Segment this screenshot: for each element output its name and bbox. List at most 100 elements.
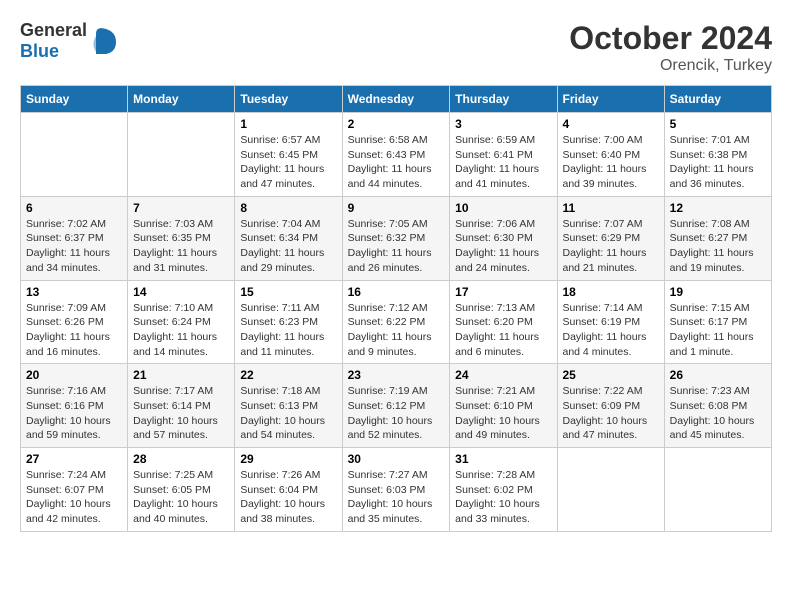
- day-number: 3: [455, 117, 551, 131]
- weekday-header-row: SundayMondayTuesdayWednesdayThursdayFrid…: [21, 86, 772, 113]
- day-info: Sunrise: 7:05 AMSunset: 6:32 PMDaylight:…: [348, 217, 445, 276]
- calendar-cell: 29 Sunrise: 7:26 AMSunset: 6:04 PMDayligh…: [235, 448, 342, 532]
- calendar-cell: 11Sunrise: 7:07 AMSunset: 6:29 PMDayligh…: [557, 196, 664, 280]
- day-info: Sunrise: 7:03 AMSunset: 6:35 PMDaylight:…: [133, 217, 229, 276]
- weekday-header-monday: Monday: [128, 86, 235, 113]
- day-info: Sunrise: 7:01 AMSunset: 6:38 PMDaylight:…: [670, 133, 766, 192]
- calendar-cell: 1 Sunrise: 6:57 AMSunset: 6:45 PMDaylight…: [235, 113, 342, 197]
- day-info: Sunrise: 7:14 AMSunset: 6:19 PMDaylight:…: [563, 301, 659, 360]
- day-info: Sunrise: 7:16 AMSunset: 6:16 PMDaylight:…: [26, 384, 122, 443]
- calendar-cell: 28 Sunrise: 7:25 AMSunset: 6:05 PMDayligh…: [128, 448, 235, 532]
- calendar-cell: 22Sunrise: 7:18 AMSunset: 6:13 PMDayligh…: [235, 364, 342, 448]
- day-number: 15: [240, 285, 336, 299]
- day-number: 10: [455, 201, 551, 215]
- day-info: Sunrise: 7:21 AMSunset: 6:10 PMDaylight:…: [455, 384, 551, 443]
- day-number: 7: [133, 201, 229, 215]
- calendar-cell: [21, 113, 128, 197]
- day-number: 24: [455, 368, 551, 382]
- calendar-cell: 25 Sunrise: 7:22 AMSunset: 6:09 PMDayligh…: [557, 364, 664, 448]
- calendar-cell: 27Sunrise: 7:24 AMSunset: 6:07 PMDayligh…: [21, 448, 128, 532]
- day-number: 12: [670, 201, 766, 215]
- calendar-cell: 24 Sunrise: 7:21 AMSunset: 6:10 PMDayligh…: [450, 364, 557, 448]
- calendar-cell: 31 Sunrise: 7:28 AMSunset: 6:02 PMDayligh…: [450, 448, 557, 532]
- weekday-header-wednesday: Wednesday: [342, 86, 450, 113]
- calendar-cell: 8 Sunrise: 7:04 AMSunset: 6:34 PMDaylight…: [235, 196, 342, 280]
- day-number: 5: [670, 117, 766, 131]
- location-title: Orencik, Turkey: [569, 57, 772, 75]
- calendar-cell: 18 Sunrise: 7:14 AMSunset: 6:19 PMDayligh…: [557, 280, 664, 364]
- day-info: Sunrise: 7:19 AMSunset: 6:12 PMDaylight:…: [348, 384, 445, 443]
- calendar-cell: 7 Sunrise: 7:03 AMSunset: 6:35 PMDaylight…: [128, 196, 235, 280]
- day-info: Sunrise: 7:24 AMSunset: 6:07 PMDaylight:…: [26, 468, 122, 527]
- day-number: 9: [348, 201, 445, 215]
- day-info: Sunrise: 7:23 AMSunset: 6:08 PMDaylight:…: [670, 384, 766, 443]
- day-number: 22: [240, 368, 336, 382]
- logo-text: General Blue: [20, 20, 87, 62]
- calendar-cell: [128, 113, 235, 197]
- calendar-cell: 4 Sunrise: 7:00 AMSunset: 6:40 PMDaylight…: [557, 113, 664, 197]
- weekday-header-tuesday: Tuesday: [235, 86, 342, 113]
- title-block: October 2024 Orencik, Turkey: [569, 20, 772, 75]
- logo-blue: Blue: [20, 41, 59, 61]
- day-number: 29: [240, 452, 336, 466]
- day-number: 16: [348, 285, 445, 299]
- day-info: Sunrise: 7:13 AMSunset: 6:20 PMDaylight:…: [455, 301, 551, 360]
- day-number: 13: [26, 285, 122, 299]
- day-info: Sunrise: 7:27 AMSunset: 6:03 PMDaylight:…: [348, 468, 445, 527]
- day-number: 28: [133, 452, 229, 466]
- calendar-cell: 9 Sunrise: 7:05 AMSunset: 6:32 PMDaylight…: [342, 196, 450, 280]
- day-number: 4: [563, 117, 659, 131]
- day-info: Sunrise: 7:10 AMSunset: 6:24 PMDaylight:…: [133, 301, 229, 360]
- weekday-header-friday: Friday: [557, 86, 664, 113]
- day-number: 1: [240, 117, 336, 131]
- month-title: October 2024: [569, 20, 772, 57]
- day-info: Sunrise: 7:07 AMSunset: 6:29 PMDaylight:…: [563, 217, 659, 276]
- day-info: Sunrise: 7:26 AMSunset: 6:04 PMDaylight:…: [240, 468, 336, 527]
- day-number: 23: [348, 368, 445, 382]
- day-info: Sunrise: 7:09 AMSunset: 6:26 PMDaylight:…: [26, 301, 122, 360]
- calendar-cell: 14Sunrise: 7:10 AMSunset: 6:24 PMDayligh…: [128, 280, 235, 364]
- calendar-cell: 19Sunrise: 7:15 AMSunset: 6:17 PMDayligh…: [664, 280, 771, 364]
- calendar-table: SundayMondayTuesdayWednesdayThursdayFrid…: [20, 85, 772, 532]
- calendar-cell: 5 Sunrise: 7:01 AMSunset: 6:38 PMDaylight…: [664, 113, 771, 197]
- day-number: 20: [26, 368, 122, 382]
- calendar-cell: 30 Sunrise: 7:27 AMSunset: 6:03 PMDayligh…: [342, 448, 450, 532]
- day-number: 17: [455, 285, 551, 299]
- weekday-header-sunday: Sunday: [21, 86, 128, 113]
- day-number: 30: [348, 452, 445, 466]
- calendar-cell: 17 Sunrise: 7:13 AMSunset: 6:20 PMDayligh…: [450, 280, 557, 364]
- calendar-cell: 15 Sunrise: 7:11 AMSunset: 6:23 PMDayligh…: [235, 280, 342, 364]
- week-row-1: 1 Sunrise: 6:57 AMSunset: 6:45 PMDaylight…: [21, 113, 772, 197]
- calendar-cell: 23 Sunrise: 7:19 AMSunset: 6:12 PMDayligh…: [342, 364, 450, 448]
- week-row-4: 20 Sunrise: 7:16 AMSunset: 6:16 PMDayligh…: [21, 364, 772, 448]
- day-info: Sunrise: 7:28 AMSunset: 6:02 PMDaylight:…: [455, 468, 551, 527]
- calendar-cell: 20 Sunrise: 7:16 AMSunset: 6:16 PMDayligh…: [21, 364, 128, 448]
- day-info: Sunrise: 6:57 AMSunset: 6:45 PMDaylight:…: [240, 133, 336, 192]
- day-info: Sunrise: 7:00 AMSunset: 6:40 PMDaylight:…: [563, 133, 659, 192]
- day-info: Sunrise: 7:22 AMSunset: 6:09 PMDaylight:…: [563, 384, 659, 443]
- day-info: Sunrise: 7:11 AMSunset: 6:23 PMDaylight:…: [240, 301, 336, 360]
- day-number: 25: [563, 368, 659, 382]
- calendar-cell: 2 Sunrise: 6:58 AMSunset: 6:43 PMDaylight…: [342, 113, 450, 197]
- day-number: 8: [240, 201, 336, 215]
- day-info: Sunrise: 6:58 AMSunset: 6:43 PMDaylight:…: [348, 133, 445, 192]
- day-number: 31: [455, 452, 551, 466]
- day-number: 26: [670, 368, 766, 382]
- day-number: 21: [133, 368, 229, 382]
- calendar-cell: 13 Sunrise: 7:09 AMSunset: 6:26 PMDayligh…: [21, 280, 128, 364]
- day-number: 18: [563, 285, 659, 299]
- week-row-5: 27Sunrise: 7:24 AMSunset: 6:07 PMDayligh…: [21, 448, 772, 532]
- week-row-3: 13 Sunrise: 7:09 AMSunset: 6:26 PMDayligh…: [21, 280, 772, 364]
- day-info: Sunrise: 7:25 AMSunset: 6:05 PMDaylight:…: [133, 468, 229, 527]
- day-info: Sunrise: 7:04 AMSunset: 6:34 PMDaylight:…: [240, 217, 336, 276]
- calendar-cell: 10Sunrise: 7:06 AMSunset: 6:30 PMDayligh…: [450, 196, 557, 280]
- day-info: Sunrise: 7:08 AMSunset: 6:27 PMDaylight:…: [670, 217, 766, 276]
- day-number: 2: [348, 117, 445, 131]
- day-number: 19: [670, 285, 766, 299]
- weekday-header-saturday: Saturday: [664, 86, 771, 113]
- logo: General Blue: [20, 20, 121, 62]
- logo-icon: [91, 24, 121, 59]
- calendar-cell: [664, 448, 771, 532]
- calendar-cell: 12 Sunrise: 7:08 AMSunset: 6:27 PMDayligh…: [664, 196, 771, 280]
- page-header: General Blue October 2024 Orencik, Turke…: [20, 20, 772, 75]
